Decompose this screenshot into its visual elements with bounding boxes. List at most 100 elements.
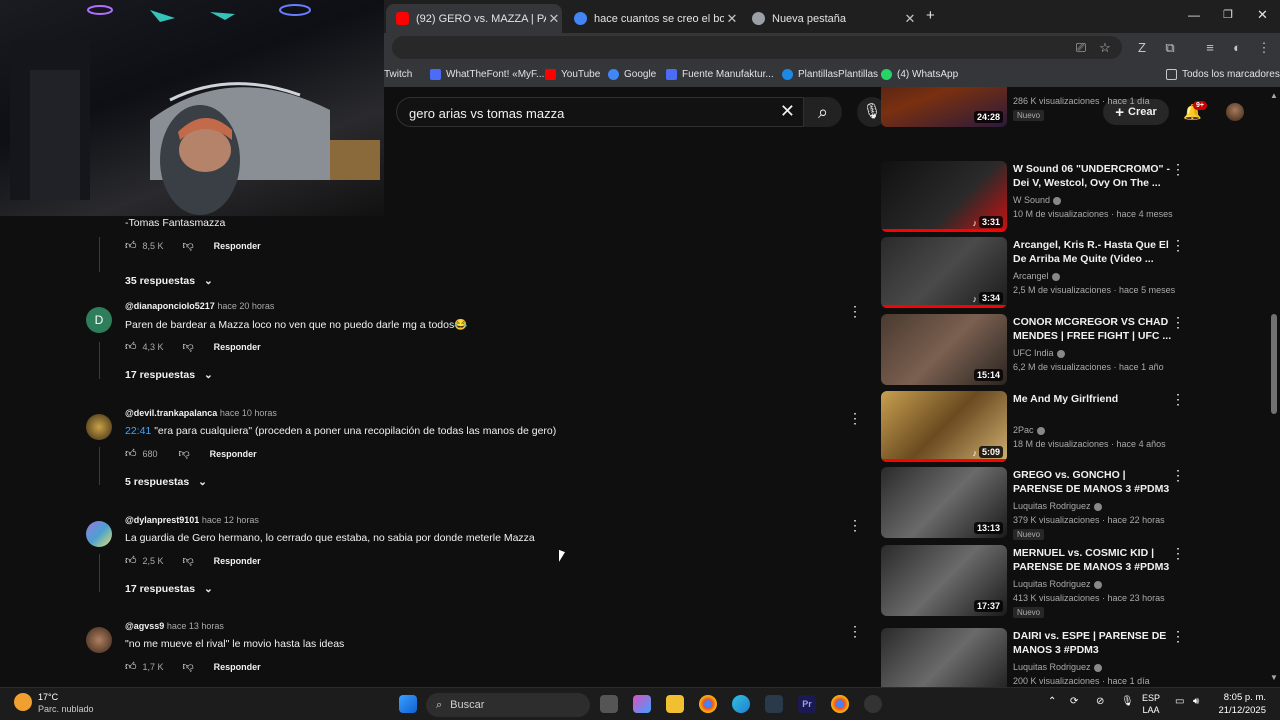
video-menu-icon[interactable]: ⋮	[1171, 628, 1185, 645]
scrollbar[interactable]	[1271, 314, 1277, 414]
video-channel[interactable]: Luquitas Rodriguez	[1013, 579, 1102, 589]
reply-button[interactable]: Responder	[214, 556, 261, 566]
comment-author[interactable]: @dianaponciolo5217	[125, 301, 215, 311]
weather-widget[interactable]: 17°C Parc. nublado	[38, 691, 94, 715]
video-title[interactable]: GREGO vs. GONCHO | PARENSE DE MANOS 3 #P…	[1013, 468, 1173, 496]
view-replies-button[interactable]: 17 respuestas ⌄	[125, 369, 213, 381]
video-menu-icon[interactable]: ⋮	[1171, 391, 1185, 408]
comment-author[interactable]: @agvss9	[125, 621, 164, 631]
volume-icon[interactable]: 🔊︎	[1193, 696, 1199, 707]
video-channel[interactable]: Arcangel	[1013, 271, 1060, 281]
video-menu-icon[interactable]: ⋮	[1171, 161, 1185, 178]
video-menu-icon[interactable]: ⋮	[1171, 314, 1185, 331]
copilot-icon[interactable]	[633, 695, 651, 713]
tab-new-tab[interactable]: Nueva pestaña ✕	[742, 4, 918, 33]
avatar[interactable]: D	[86, 307, 112, 333]
bookmark-plantillas[interactable]: PlantillasPlantillas	[782, 69, 878, 80]
scroll-up-arrow-icon[interactable]: ▲	[1270, 91, 1278, 100]
bookmark-twitch[interactable]: Twitch	[384, 69, 412, 80]
view-replies-button[interactable]: 5 respuestas ⌄	[125, 476, 207, 488]
video-thumbnail[interactable]: 24:28	[881, 87, 1007, 127]
cast-icon[interactable]: ⎚	[1073, 40, 1089, 56]
avatar[interactable]	[86, 627, 112, 653]
like-icon[interactable]: 👍︎	[125, 239, 137, 252]
media-control-icon[interactable]: ≡	[1202, 40, 1218, 55]
like-icon[interactable]: 👍︎	[125, 340, 137, 353]
extensions-puzzle-icon[interactable]: ⧉	[1162, 40, 1178, 56]
video-channel[interactable]: Luquitas Rodriguez	[1013, 501, 1102, 511]
browser-menu-icon[interactable]: ⋮	[1256, 40, 1272, 56]
extension-z-icon[interactable]: Z	[1134, 40, 1150, 55]
video-title[interactable]: W Sound 06 "UNDERCROMO" - Dei V, Westcol…	[1013, 162, 1173, 190]
reply-button[interactable]: Responder	[214, 342, 261, 352]
video-channel[interactable]: Luquitas Rodriguez	[1013, 662, 1102, 672]
comment-menu-icon[interactable]: ⋮	[848, 410, 862, 427]
close-tab-icon[interactable]: ✕	[902, 11, 918, 27]
video-menu-icon[interactable]: ⋮	[1171, 237, 1185, 254]
reply-button[interactable]: Responder	[210, 449, 257, 459]
close-tab-icon[interactable]: ✕	[546, 11, 562, 27]
sidebar-video-item[interactable]: 15:14 CONOR MCGREGOR VS CHAD MENDES | FRE…	[881, 314, 1201, 386]
video-channel[interactable]: UFC India	[1013, 348, 1065, 358]
comment-author[interactable]: @dylanprest9101	[125, 515, 199, 525]
task-view-icon[interactable]	[600, 695, 618, 713]
sidebar-video-item[interactable]: 17:37 MERNUEL vs. COSMIC KID | PARENSE DE…	[881, 545, 1201, 618]
taskbar-search[interactable]: ⌕ Buscar	[426, 693, 590, 717]
video-title[interactable]: CONOR MCGREGOR VS CHAD MENDES | FREE FIG…	[1013, 315, 1173, 343]
file-explorer-icon[interactable]	[666, 695, 684, 713]
comment-time[interactable]: hace 12 horas	[202, 515, 259, 525]
bookmark-fuente-manufaktur[interactable]: Fuente Manufaktur...	[666, 69, 774, 80]
dislike-icon[interactable]: 👎︎	[183, 554, 194, 567]
scroll-down-arrow-icon[interactable]: ▼	[1270, 673, 1278, 682]
sidebar-video-item[interactable]: ♪ 3:34 Arcangel, Kris R.- Hasta Que El De…	[881, 237, 1201, 309]
like-icon[interactable]: 👍︎	[125, 554, 137, 567]
video-channel[interactable]: 2Pac	[1013, 425, 1045, 435]
sidebar-video-partial[interactable]: 24:28 286 K visualizaciones · hace 1 día…	[881, 87, 1201, 128]
video-thumbnail[interactable]: 13:13	[881, 467, 1007, 538]
bookmark-google[interactable]: Google	[608, 69, 656, 80]
chrome-icon[interactable]	[699, 695, 717, 713]
premiere-icon[interactable]: Pr	[798, 695, 816, 713]
language-indicator[interactable]: ESP LAA	[1142, 692, 1160, 716]
account-avatar[interactable]	[1226, 103, 1244, 121]
weather-icon[interactable]	[14, 693, 32, 711]
dislike-icon[interactable]: 👎︎	[183, 340, 194, 353]
edge-icon[interactable]	[732, 695, 750, 713]
tab-search-boxeo[interactable]: hace cuantos se creo el boxeo ✕	[564, 4, 740, 33]
windows-start-icon[interactable]	[399, 695, 417, 713]
view-replies-button[interactable]: 35 respuestas ⌄	[125, 275, 213, 287]
minimize-icon[interactable]: —	[1188, 8, 1200, 22]
bookmark-whatthefont[interactable]: WhatTheFont! «MyF...	[430, 69, 544, 80]
bookmark-youtube[interactable]: YouTube	[545, 69, 600, 80]
video-thumbnail[interactable]: ♪ 3:31	[881, 161, 1007, 232]
sidebar-video-item[interactable]: 13:13 GREGO vs. GONCHO | PARENSE DE MANOS…	[881, 467, 1201, 540]
video-menu-icon[interactable]: ⋮	[1171, 467, 1185, 484]
close-tab-icon[interactable]: ✕	[724, 11, 740, 27]
video-thumbnail[interactable]	[881, 628, 1007, 687]
avatar[interactable]	[86, 414, 112, 440]
bookmark-star-icon[interactable]: ☆	[1097, 40, 1113, 56]
sidebar-video-item[interactable]: ♪ 5:09 Me And My Girlfriend 2Pac 18 M de vi…	[881, 391, 1201, 463]
comment-time[interactable]: hace 13 horas	[167, 621, 224, 631]
restore-icon[interactable]: ❐	[1223, 8, 1233, 21]
reply-button[interactable]: Responder	[214, 662, 261, 672]
comment-menu-icon[interactable]: ⋮	[848, 623, 862, 640]
bookmark-whatsapp[interactable]: (4) WhatsApp	[881, 69, 958, 80]
all-bookmarks[interactable]: Todos los marcadores	[1166, 69, 1280, 80]
obs-icon[interactable]	[864, 695, 882, 713]
like-icon[interactable]: 👍︎	[125, 660, 137, 673]
chrome-active-icon[interactable]	[831, 695, 849, 713]
search-input[interactable]: gero arias vs tomas mazza ✕	[396, 97, 804, 127]
video-thumbnail[interactable]: 15:14	[881, 314, 1007, 385]
sync-icon[interactable]: ⟳	[1070, 696, 1078, 707]
video-channel[interactable]: W Sound	[1013, 195, 1062, 205]
video-thumbnail[interactable]: ♪ 3:34	[881, 237, 1007, 308]
search-button[interactable]: ⌕	[804, 97, 842, 127]
system-clock[interactable]: 8:05 p. m. 21/12/2025	[1218, 691, 1266, 717]
comment-time[interactable]: hace 10 horas	[220, 408, 277, 418]
comment-time[interactable]: hace 20 horas	[217, 301, 274, 311]
dislike-icon[interactable]: 👎︎	[183, 239, 194, 252]
video-thumbnail[interactable]: ♪ 5:09	[881, 391, 1007, 462]
sidebar-video-item[interactable]: DAIRI vs. ESPE | PARENSE DE MANOS 3 #PDM…	[881, 628, 1201, 687]
avatar[interactable]	[86, 521, 112, 547]
